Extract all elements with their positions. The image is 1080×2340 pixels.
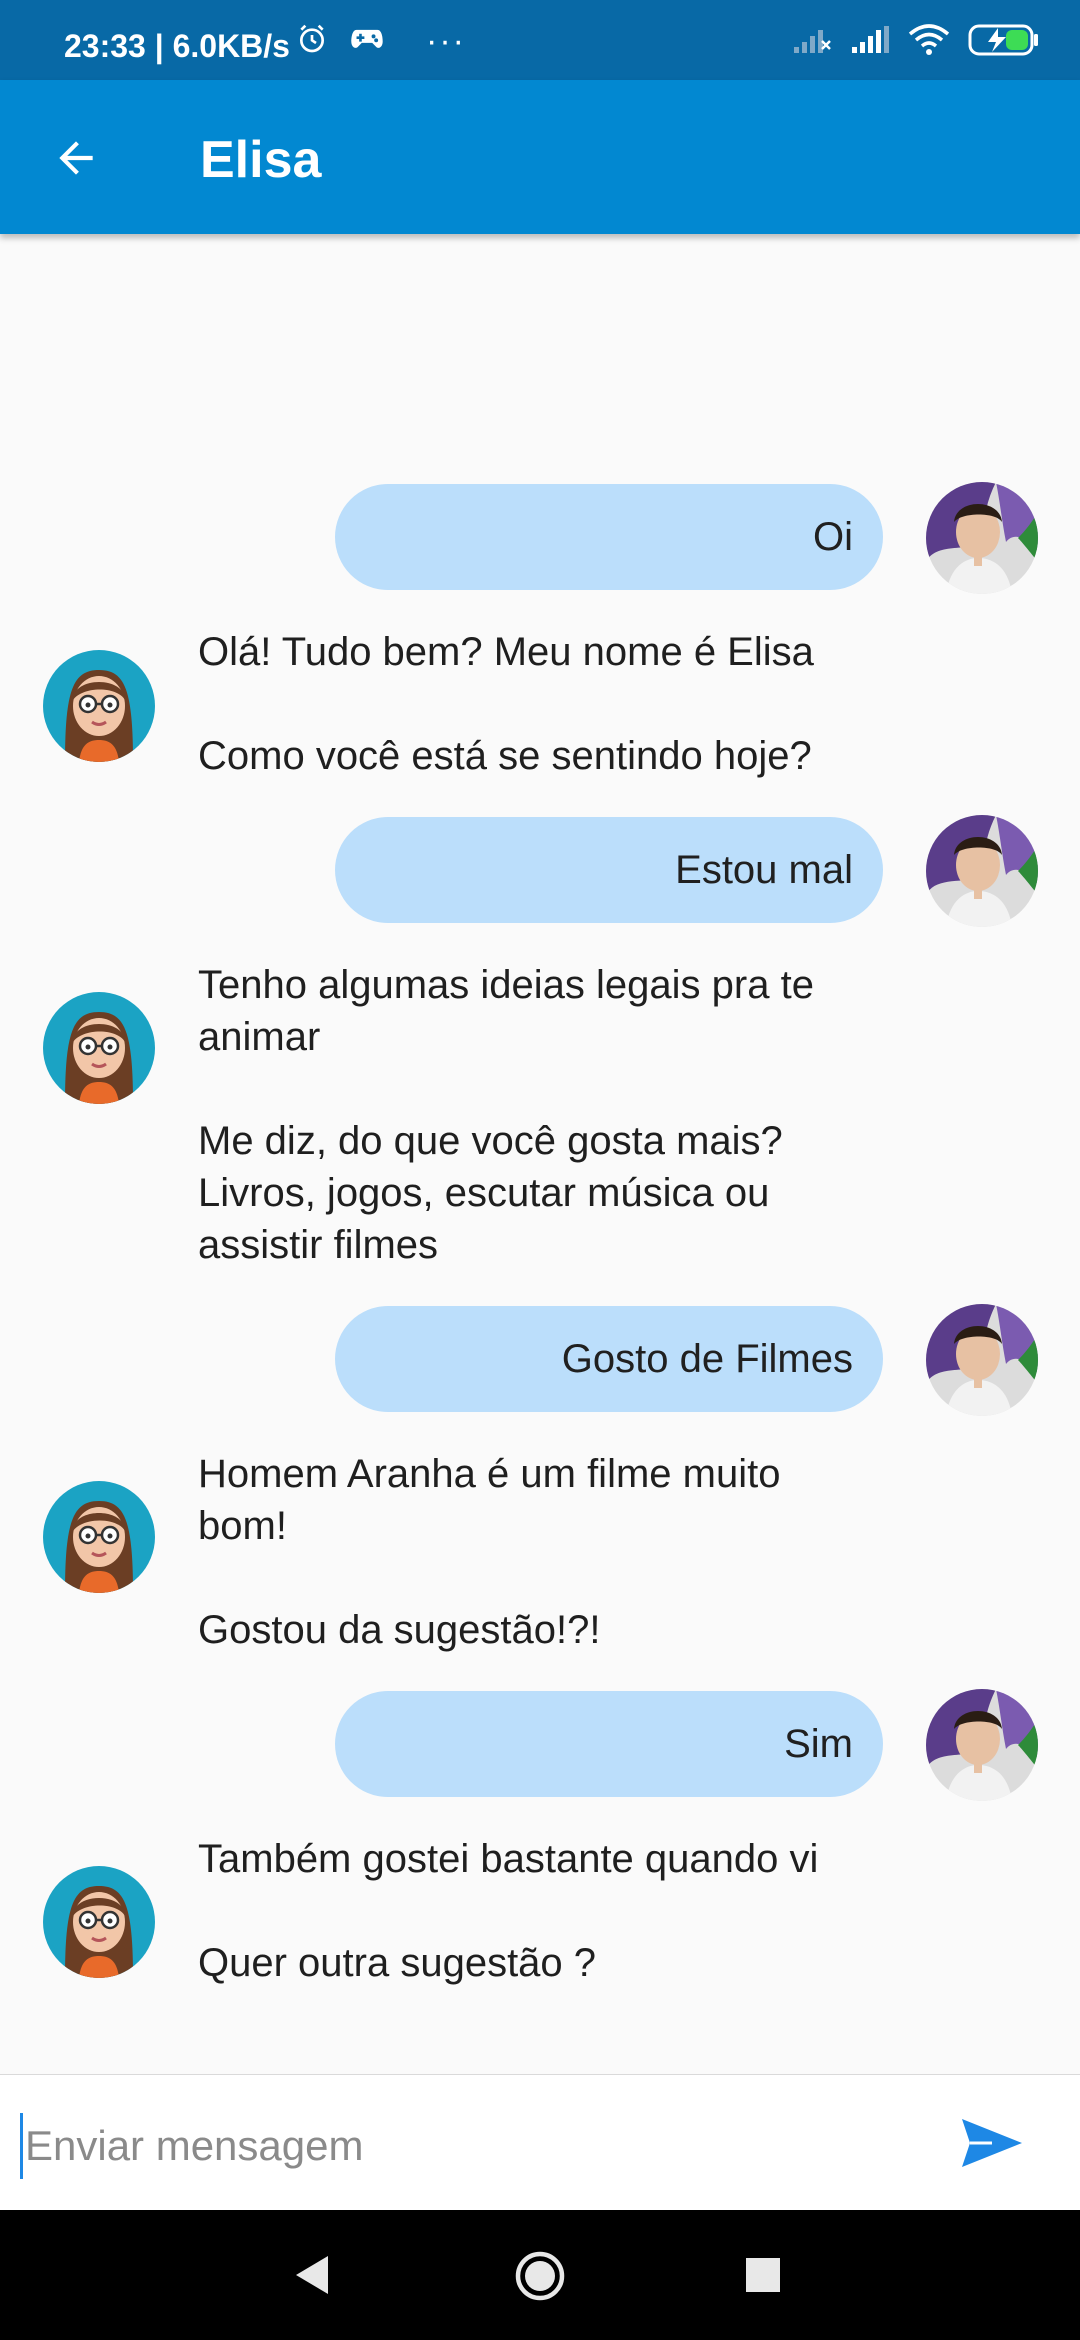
chat-list[interactable]: Oi Olá! Tudo bem? Meu nome é Elisa Como … [0, 234, 1080, 2074]
user-avatar [926, 482, 1038, 594]
message-text: Homem Aranha é um filme muito bom! [198, 1452, 781, 1548]
battery-charging-icon [968, 23, 1040, 62]
status-icons-left: ··· [296, 22, 466, 60]
message-text: Oi [813, 514, 853, 559]
back-button[interactable] [38, 120, 114, 196]
message-text: Também gostei bastante quando vi [198, 1837, 819, 1881]
send-icon [962, 2119, 1022, 2167]
bot-message: Homem Aranha é um filme muito bom! Gosto… [198, 1448, 878, 1656]
send-button[interactable] [956, 2111, 1028, 2175]
message-input[interactable] [20, 2113, 927, 2179]
bot-avatar [43, 650, 155, 762]
status-time: 23:33 | 6.0KB/s [64, 28, 290, 64]
status-icons-right [792, 23, 1040, 62]
nav-home-icon[interactable] [514, 2250, 566, 2307]
user-message-bubble: Sim [335, 1691, 883, 1797]
message-text: Gosto de Filmes [561, 1336, 853, 1381]
message-text: Olá! Tudo bem? Meu nome é Elisa [198, 630, 814, 674]
message-text: Sim [784, 1721, 853, 1766]
message-text: Como você está se sentindo hoje? [198, 734, 812, 778]
bot-avatar [43, 992, 155, 1104]
signal-no-sim-icon [792, 25, 832, 60]
bot-message: Olá! Tudo bem? Meu nome é Elisa Como voc… [198, 626, 898, 782]
user-avatar [926, 1304, 1038, 1416]
game-controller-icon [350, 25, 384, 58]
message-text: Estou mal [675, 847, 853, 892]
page-title: Elisa [200, 131, 322, 189]
message-text: Gostou da sugestão!?! [198, 1608, 601, 1652]
user-avatar [926, 1689, 1038, 1801]
app-bar: Elisa [0, 80, 1080, 234]
arrow-back-icon [59, 141, 93, 175]
system-nav-bar [0, 2210, 1080, 2340]
nav-recent-icon[interactable] [746, 2258, 780, 2297]
user-avatar [926, 815, 1038, 927]
alarm-icon [296, 23, 328, 60]
user-message-bubble: Gosto de Filmes [335, 1306, 883, 1412]
more-dots-icon: ··· [426, 22, 466, 60]
bot-message: Tenho algumas ideias legais pra te anima… [198, 959, 878, 1271]
bot-avatar [43, 1866, 155, 1978]
wifi-icon [908, 23, 950, 61]
bot-avatar [43, 1481, 155, 1593]
user-message-bubble: Estou mal [335, 817, 883, 923]
message-text: Me diz, do que você gosta mais? Livros, … [198, 1119, 783, 1267]
user-message-bubble: Oi [335, 484, 883, 590]
nav-back-icon[interactable] [292, 2252, 332, 2303]
bot-message: Também gostei bastante quando vi Quer ou… [198, 1833, 878, 1989]
message-text: Quer outra sugestão ? [198, 1941, 597, 1985]
status-bar: 23:33 | 6.0KB/s ··· [0, 0, 1080, 80]
message-composer [0, 2074, 1080, 2211]
signal-icon [850, 25, 890, 60]
message-text: Tenho algumas ideias legais pra te anima… [198, 963, 814, 1059]
